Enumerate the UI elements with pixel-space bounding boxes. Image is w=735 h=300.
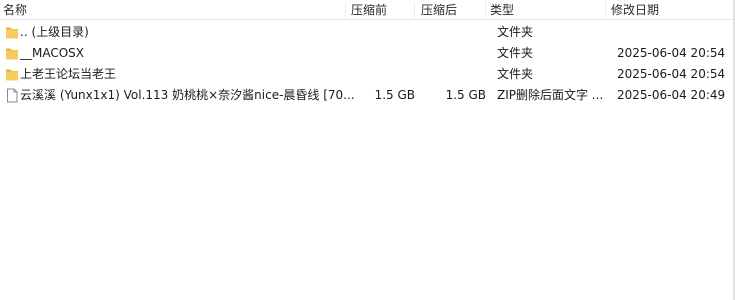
file-name: 上老王论坛当老王 [20, 67, 117, 81]
file-modified: 2025-06-04 20:54 [617, 46, 726, 60]
column-header-modified[interactable]: 修改日期 [611, 3, 659, 17]
file-size [354, 64, 415, 85]
folder-icon [6, 27, 18, 39]
archive-file-list-window: 名称 压缩前 压缩后 类型 修改日期 .. (上级目录) 文件夹 __MACOS… [0, 0, 735, 300]
file-name: .. (上级目录) [20, 25, 89, 39]
file-packed-size [420, 22, 486, 43]
folder-icon [6, 69, 18, 81]
column-divider[interactable] [485, 2, 486, 18]
column-divider[interactable] [605, 2, 606, 18]
file-size: 1.5 GB [374, 88, 415, 102]
file-list: .. (上级目录) 文件夹 __MACOSX 文件夹 2025-06-04 20… [0, 22, 733, 106]
column-header-name[interactable]: 名称 [3, 3, 27, 17]
list-item[interactable]: .. (上级目录) 文件夹 [0, 22, 733, 43]
list-item[interactable]: __MACOSX 文件夹 2025-06-04 20:54 [0, 43, 733, 64]
file-modified: 2025-06-04 20:49 [617, 88, 726, 102]
file-type: 文件夹 [497, 25, 534, 39]
folder-icon [6, 48, 18, 60]
column-header-size[interactable]: 压缩前 [351, 3, 387, 17]
file-size [354, 43, 415, 64]
file-modified [617, 22, 733, 43]
list-item[interactable]: 上老王论坛当老王 文件夹 2025-06-04 20:54 [0, 64, 733, 85]
column-header-row: 名称 压缩前 压缩后 类型 修改日期 [0, 0, 733, 20]
file-icon [7, 88, 18, 103]
file-modified: 2025-06-04 20:54 [617, 67, 726, 81]
file-type: 文件夹 [497, 46, 534, 60]
file-name: 云溪溪 (Yunx1x1) Vol.113 奶桃桃×奈汐酱nice-晨昏线 [7… [20, 88, 354, 102]
file-packed-size [420, 64, 486, 85]
column-header-packed[interactable]: 压缩后 [421, 3, 457, 17]
column-divider[interactable] [345, 2, 346, 18]
file-name: __MACOSX [20, 46, 85, 60]
file-size [354, 22, 415, 43]
column-divider[interactable] [414, 2, 415, 18]
list-item[interactable]: 云溪溪 (Yunx1x1) Vol.113 奶桃桃×奈汐酱nice-晨昏线 [7… [0, 85, 733, 106]
file-packed-size: 1.5 GB [445, 88, 486, 102]
column-header-type[interactable]: 类型 [490, 3, 514, 17]
file-type: 文件夹 [497, 67, 534, 81]
file-type: ZIP删除后面文字 ... [497, 88, 604, 102]
file-packed-size [420, 43, 486, 64]
